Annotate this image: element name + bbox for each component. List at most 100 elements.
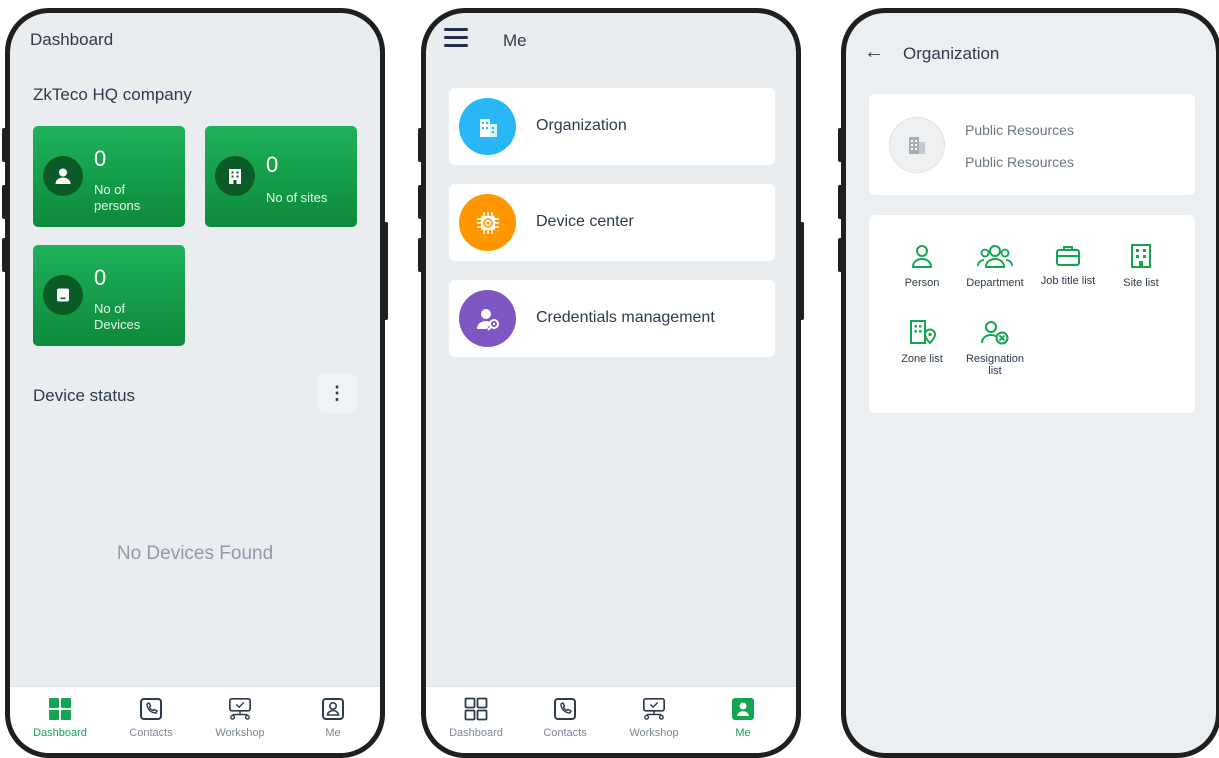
tab-label: Workshop bbox=[215, 727, 265, 739]
persons-label-2: persons bbox=[94, 198, 141, 213]
me-screen: Me Organization Device center Credential… bbox=[426, 13, 796, 753]
organization-screen: ← Organization Public Resources Public R… bbox=[846, 13, 1216, 753]
building-icon bbox=[215, 156, 255, 196]
user-key-icon bbox=[459, 290, 516, 347]
devices-label-2: Devices bbox=[94, 317, 141, 332]
resource-subtitle: Public Resources bbox=[965, 154, 1074, 170]
tab-label: Me bbox=[735, 727, 751, 739]
empty-state-message: No Devices Found bbox=[116, 543, 274, 564]
dashboard-screen: Dashboard ZkTeco HQ company 0 No of pers… bbox=[10, 13, 380, 753]
phone2-power-button bbox=[798, 222, 804, 320]
phone3-side-button bbox=[838, 238, 844, 272]
tab-me[interactable]: Me bbox=[293, 697, 373, 739]
item-label: Site list bbox=[1123, 277, 1159, 289]
menu-item-credentials[interactable]: Credentials management bbox=[449, 280, 775, 357]
chip-icon bbox=[459, 194, 516, 251]
phone-organization: ← Organization Public Resources Public R… bbox=[841, 8, 1219, 758]
monitor-icon bbox=[642, 697, 666, 721]
person-outline-icon bbox=[887, 241, 957, 271]
sites-tile[interactable]: 0 No of sites bbox=[205, 126, 357, 227]
phone2-side-button bbox=[418, 128, 424, 162]
phone1-side-button bbox=[2, 238, 8, 272]
persons-count: 0 bbox=[94, 146, 107, 171]
phone-me: Me Organization Device center Credential… bbox=[421, 8, 801, 758]
hamburger-menu-icon[interactable] bbox=[444, 28, 468, 50]
phone3-side-button bbox=[838, 128, 844, 162]
phone1-side-button bbox=[2, 128, 8, 162]
item-label-line2: list bbox=[988, 365, 1002, 377]
item-label: Person bbox=[904, 277, 940, 289]
devices-count: 0 bbox=[94, 265, 107, 290]
device-status-heading: Device status bbox=[33, 386, 136, 405]
persons-label-1: No of bbox=[94, 182, 126, 197]
tab-label: Workshop bbox=[629, 727, 679, 739]
item-label: Zone list bbox=[901, 353, 943, 365]
tab-dashboard[interactable]: Dashboard bbox=[436, 697, 516, 739]
sites-count: 0 bbox=[266, 152, 279, 177]
kebab-icon: ⋮ bbox=[328, 382, 346, 403]
tab-label: Dashboard bbox=[449, 727, 503, 739]
phone2-side-button bbox=[418, 185, 424, 219]
building-pin-icon bbox=[887, 317, 957, 347]
site-list-item[interactable]: Site list bbox=[1106, 241, 1176, 289]
user-icon bbox=[321, 697, 345, 721]
building-icon bbox=[459, 98, 516, 155]
menu-item-label: Device center bbox=[536, 213, 634, 230]
page-title: Organization bbox=[903, 44, 1000, 63]
company-name: ZkTeco HQ company bbox=[33, 85, 192, 104]
monitor-icon bbox=[228, 697, 252, 721]
building-icon bbox=[889, 117, 945, 173]
phone1-side-button bbox=[2, 185, 8, 219]
resignation-list-item[interactable]: Resignation list bbox=[960, 317, 1030, 377]
item-label: Department bbox=[966, 277, 1024, 289]
devices-tile[interactable]: 0 No of Devices bbox=[33, 245, 185, 346]
job-title-item[interactable]: Job title list bbox=[1033, 241, 1103, 287]
grid-icon bbox=[464, 697, 488, 721]
bottom-tab-bar: Dashboard Contacts Workshop Me bbox=[10, 686, 380, 753]
phone3-side-button bbox=[838, 185, 844, 219]
tab-label: Me bbox=[325, 727, 341, 739]
public-resources-card[interactable]: Public Resources Public Resources bbox=[869, 94, 1195, 195]
menu-item-label: Credentials management bbox=[536, 309, 715, 326]
tab-contacts[interactable]: Contacts bbox=[111, 697, 191, 739]
phone2-side-button bbox=[418, 238, 424, 272]
tab-label: Contacts bbox=[129, 727, 173, 739]
phone-dashboard: Dashboard ZkTeco HQ company 0 No of pers… bbox=[5, 8, 385, 758]
zone-list-item[interactable]: Zone list bbox=[887, 317, 957, 365]
sites-label: No of sites bbox=[266, 190, 328, 205]
item-label-line1: Resignation bbox=[965, 353, 1025, 365]
more-options-button[interactable]: ⋮ bbox=[317, 373, 357, 413]
tab-workshop[interactable]: Workshop bbox=[200, 697, 280, 739]
back-arrow-icon[interactable]: ← bbox=[864, 41, 884, 64]
tab-label: Dashboard bbox=[33, 727, 87, 739]
menu-item-organization[interactable]: Organization bbox=[449, 88, 775, 165]
phone-icon bbox=[553, 697, 577, 721]
person-item[interactable]: Person bbox=[887, 241, 957, 289]
bottom-tab-bar: Dashboard Contacts Workshop Me bbox=[426, 686, 796, 753]
item-label: Job title list bbox=[1040, 275, 1096, 287]
person-remove-icon bbox=[960, 317, 1030, 347]
organization-menu-grid: Person Department Job title list Site li… bbox=[869, 215, 1195, 413]
device-icon bbox=[43, 275, 83, 315]
group-icon bbox=[960, 241, 1030, 271]
person-icon bbox=[43, 156, 83, 196]
page-title: Dashboard bbox=[30, 30, 114, 49]
briefcase-icon bbox=[1033, 241, 1103, 271]
tab-contacts[interactable]: Contacts bbox=[525, 697, 605, 739]
phone-icon bbox=[139, 697, 163, 721]
building-outline-icon bbox=[1106, 241, 1176, 271]
menu-item-device-center[interactable]: Device center bbox=[449, 184, 775, 261]
menu-item-label: Organization bbox=[536, 117, 627, 134]
tab-me[interactable]: Me bbox=[703, 697, 783, 739]
devices-label-1: No of bbox=[94, 301, 126, 316]
tab-workshop[interactable]: Workshop bbox=[614, 697, 694, 739]
page-title: Me bbox=[503, 31, 527, 50]
phone1-power-button bbox=[382, 222, 388, 320]
department-item[interactable]: Department bbox=[960, 241, 1030, 289]
grid-icon bbox=[48, 697, 72, 721]
persons-tile[interactable]: 0 No of persons bbox=[33, 126, 185, 227]
user-icon bbox=[731, 697, 755, 721]
resource-name: Public Resources bbox=[965, 122, 1074, 138]
tab-label: Contacts bbox=[543, 727, 587, 739]
tab-dashboard[interactable]: Dashboard bbox=[20, 697, 100, 739]
